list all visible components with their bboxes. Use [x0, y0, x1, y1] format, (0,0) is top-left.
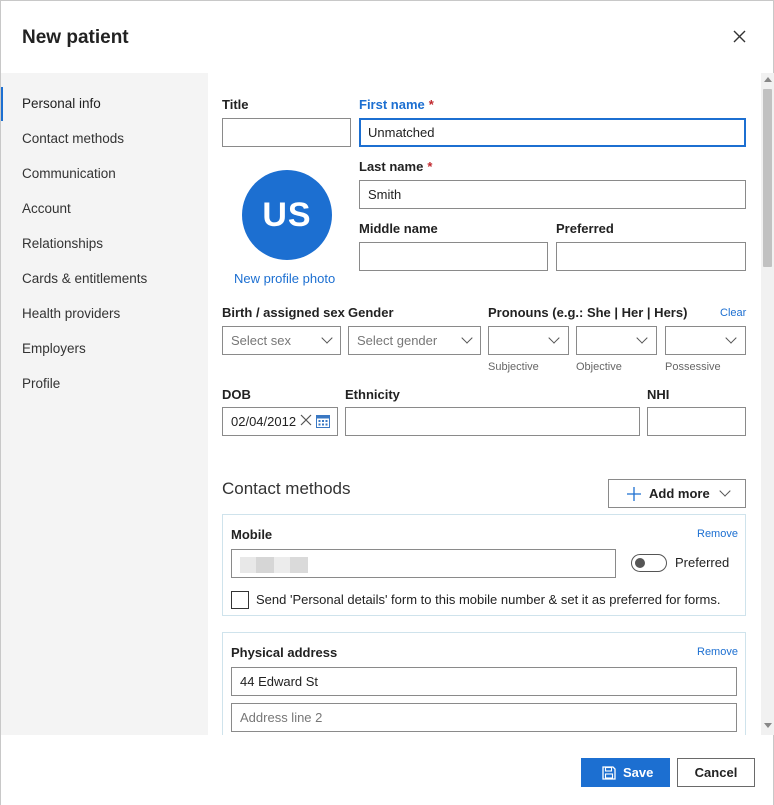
ethnicity-label: Ethnicity	[345, 387, 400, 402]
form-panel: Title First name * Unmatched US New profi…	[208, 73, 761, 735]
dialog-title: New patient	[22, 27, 129, 48]
scroll-up-arrow-icon[interactable]	[764, 77, 772, 82]
scroll-down-arrow-icon[interactable]	[764, 723, 772, 728]
pronoun-objective-caption: Objective	[576, 361, 622, 373]
first-name-label: First name *	[359, 97, 434, 112]
new-profile-photo-link[interactable]: New profile photo	[234, 271, 335, 286]
plus-icon	[627, 487, 641, 501]
chevron-down-icon	[725, 332, 737, 344]
add-more-button[interactable]: Add more	[608, 479, 746, 508]
pronoun-subjective-select[interactable]	[488, 326, 569, 355]
save-label: Save	[623, 765, 654, 780]
preferred-name-label: Preferred	[556, 221, 614, 236]
sidebar-item-employers[interactable]: Employers	[1, 332, 208, 366]
sidebar-item-relationships[interactable]: Relationships	[1, 227, 208, 261]
add-more-label: Add more	[649, 486, 710, 501]
gender-select[interactable]: Select gender	[348, 326, 481, 355]
dialog-footer: Save Cancel	[1, 735, 773, 805]
dob-label: DOB	[222, 387, 251, 402]
chevron-down-icon	[321, 332, 333, 344]
sidebar-item-profile[interactable]: Profile	[1, 367, 208, 401]
first-name-input[interactable]: Unmatched	[359, 118, 746, 147]
physical-address-card: Physical address Remove 44 Edward St Add…	[222, 632, 746, 735]
last-name-label: Last name *	[359, 159, 433, 174]
pronouns-clear-link[interactable]: Clear	[720, 307, 746, 319]
required-marker: *	[427, 159, 433, 174]
sidebar-item-cards-entitlements[interactable]: Cards & entitlements	[1, 262, 208, 296]
send-form-checkbox[interactable]	[231, 591, 249, 609]
mobile-remove-link[interactable]: Remove	[697, 528, 738, 540]
sidebar-item-account[interactable]: Account	[1, 192, 208, 226]
toggle-knob	[635, 557, 645, 568]
redacted-block	[274, 556, 290, 573]
physical-address-label: Physical address	[231, 645, 338, 660]
new-patient-dialog: New patient Personal info Contact method…	[0, 0, 774, 805]
address-remove-link[interactable]: Remove	[697, 646, 738, 658]
sidebar-item-contact-methods[interactable]: Contact methods	[1, 122, 208, 156]
chevron-down-icon	[461, 332, 473, 344]
dob-value: 02/04/2012	[231, 414, 297, 429]
pronoun-subjective-caption: Subjective	[488, 361, 539, 373]
save-icon	[602, 766, 616, 780]
required-marker: *	[428, 97, 434, 112]
contact-methods-heading: Contact methods	[222, 479, 351, 498]
gender-label: Gender	[348, 305, 394, 320]
dialog-header: New patient	[1, 1, 773, 73]
title-input[interactable]	[222, 118, 351, 147]
middle-name-input[interactable]	[359, 242, 548, 271]
chevron-down-icon	[548, 332, 560, 344]
nhi-input[interactable]	[647, 407, 746, 436]
chevron-down-icon	[636, 332, 648, 344]
mobile-input[interactable]	[231, 549, 616, 578]
birth-sex-label: Birth / assigned sex	[222, 305, 345, 320]
pronouns-label: Pronouns (e.g.: She | Her | Hers)	[488, 305, 688, 320]
send-form-label: Send 'Personal details' form to this mob…	[256, 592, 721, 607]
nhi-label: NHI	[647, 387, 670, 402]
clear-date-icon[interactable]	[300, 414, 312, 426]
gender-placeholder: Select gender	[357, 333, 438, 348]
middle-name-label: Middle name	[359, 221, 438, 236]
pronoun-objective-select[interactable]	[576, 326, 657, 355]
chevron-down-icon	[719, 485, 731, 497]
last-name-input[interactable]: Smith	[359, 180, 746, 209]
close-icon[interactable]	[730, 27, 750, 47]
ethnicity-input[interactable]	[345, 407, 640, 436]
redacted-block	[256, 556, 274, 573]
title-label: Title	[222, 97, 249, 112]
mobile-card: Mobile Remove Preferred Send 'Personal d…	[222, 514, 746, 616]
preferred-toggle-label: Preferred	[675, 555, 730, 570]
avatar: US	[242, 170, 332, 260]
preferred-name-input[interactable]	[556, 242, 746, 271]
calendar-icon[interactable]	[316, 414, 330, 428]
address-line1-input[interactable]: 44 Edward St	[231, 667, 737, 696]
scroll-thumb[interactable]	[763, 89, 772, 267]
birth-sex-placeholder: Select sex	[231, 333, 291, 348]
pronoun-possessive-caption: Possessive	[665, 361, 721, 373]
pronoun-possessive-select[interactable]	[665, 326, 746, 355]
vertical-scrollbar[interactable]	[761, 73, 774, 735]
redacted-block	[240, 556, 256, 573]
redacted-block	[290, 556, 308, 573]
mobile-label: Mobile	[231, 527, 273, 542]
address-line2-input[interactable]: Address line 2	[231, 703, 737, 732]
cancel-button[interactable]: Cancel	[677, 758, 755, 787]
sidebar-nav: Personal info Contact methods Communicat…	[1, 73, 208, 735]
birth-sex-select[interactable]: Select sex	[222, 326, 341, 355]
preferred-toggle[interactable]	[631, 554, 667, 572]
sidebar-item-health-providers[interactable]: Health providers	[1, 297, 208, 331]
sidebar-item-communication[interactable]: Communication	[1, 157, 208, 191]
sidebar-item-personal-info[interactable]: Personal info	[1, 87, 208, 121]
address-line2-placeholder: Address line 2	[240, 710, 323, 725]
save-button[interactable]: Save	[581, 758, 670, 787]
